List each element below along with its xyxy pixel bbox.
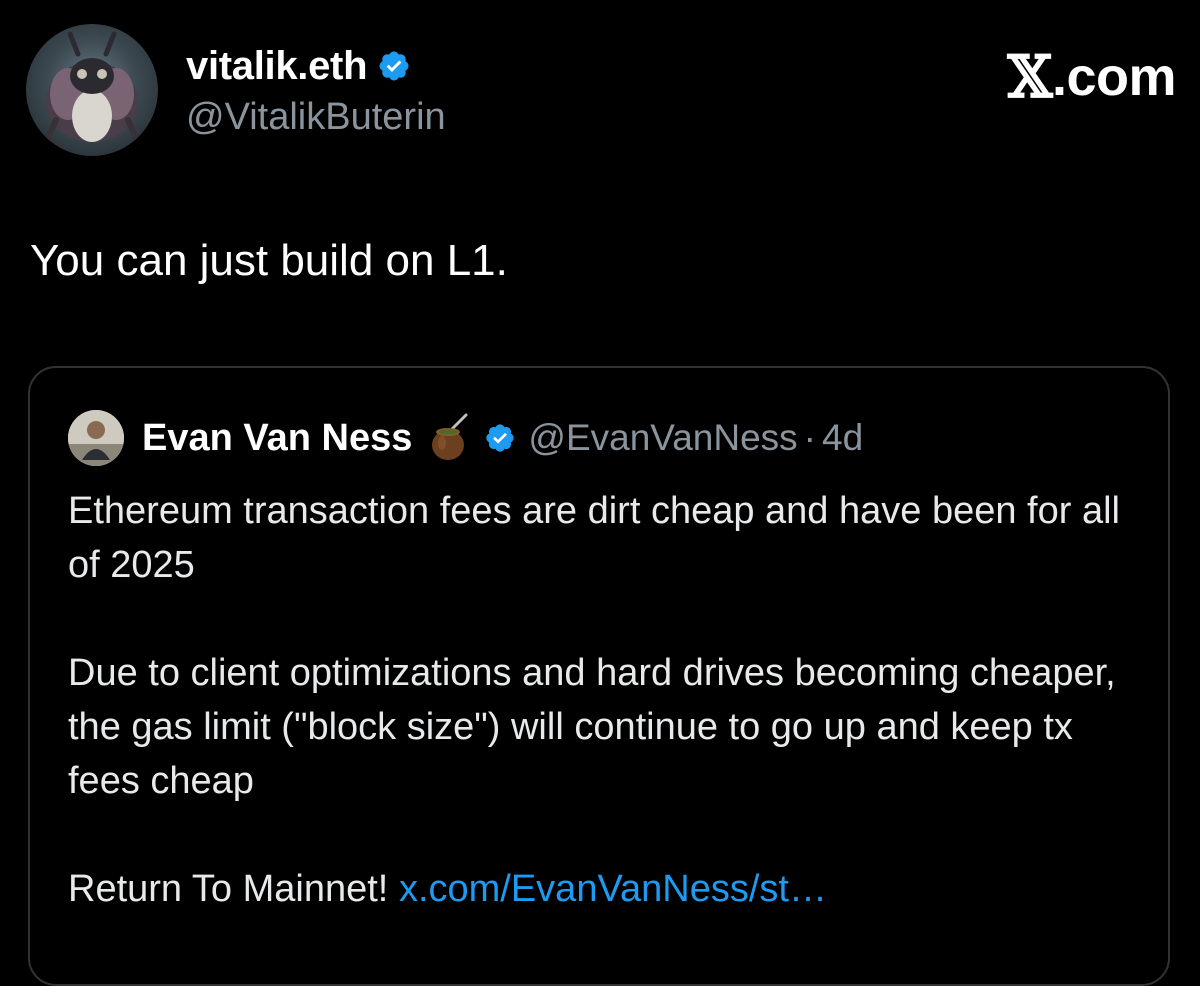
quoted-separator-dot: · bbox=[803, 417, 816, 458]
brand-tld: .com bbox=[1051, 47, 1177, 107]
x-com-watermark: 𝕏 .com bbox=[1007, 46, 1176, 108]
post-text: You can just build on L1. bbox=[30, 236, 508, 285]
quoted-post-card[interactable]: Evan Van Ness @EvanVanNess · 4d Ethereum… bbox=[28, 366, 1170, 986]
quoted-verified-badge-icon bbox=[484, 422, 516, 454]
quoted-link[interactable]: x.com/EvanVanNess/st… bbox=[399, 868, 827, 910]
author-avatar[interactable] bbox=[26, 24, 158, 156]
quoted-author-avatar[interactable] bbox=[68, 410, 124, 466]
author-handle[interactable]: @VitalikButerin bbox=[186, 96, 446, 139]
author-name[interactable]: vitalik.eth bbox=[186, 44, 368, 89]
quoted-timestamp[interactable]: 4d bbox=[822, 417, 863, 459]
quoted-post-body: Ethereum transaction fees are dirt cheap… bbox=[68, 484, 1148, 916]
quoted-author-handle[interactable]: @EvanVanNess bbox=[528, 417, 797, 459]
quoted-paragraph: Due to client optimizations and hard dri… bbox=[68, 652, 1116, 802]
quoted-author-name[interactable]: Evan Van Ness bbox=[142, 417, 412, 460]
verified-badge-icon bbox=[377, 49, 411, 83]
quoted-post-header: Evan Van Ness @EvanVanNess · 4d bbox=[68, 408, 863, 468]
x-logo-icon: 𝕏 bbox=[1007, 43, 1052, 111]
mate-gourd-icon bbox=[426, 413, 472, 463]
quoted-final-text: Return To Mainnet! bbox=[68, 868, 399, 910]
quoted-avatar-image-icon bbox=[68, 410, 124, 466]
author-name-row: vitalik.eth bbox=[186, 42, 411, 90]
quoted-final-line: Return To Mainnet! x.com/EvanVanNess/st… bbox=[68, 862, 1148, 916]
quoted-paragraph: Ethereum transaction fees are dirt cheap… bbox=[68, 490, 1120, 586]
avatar-image-icon bbox=[43, 31, 141, 145]
post-header: vitalik.eth @VitalikButerin 𝕏 .com bbox=[26, 24, 1177, 164]
